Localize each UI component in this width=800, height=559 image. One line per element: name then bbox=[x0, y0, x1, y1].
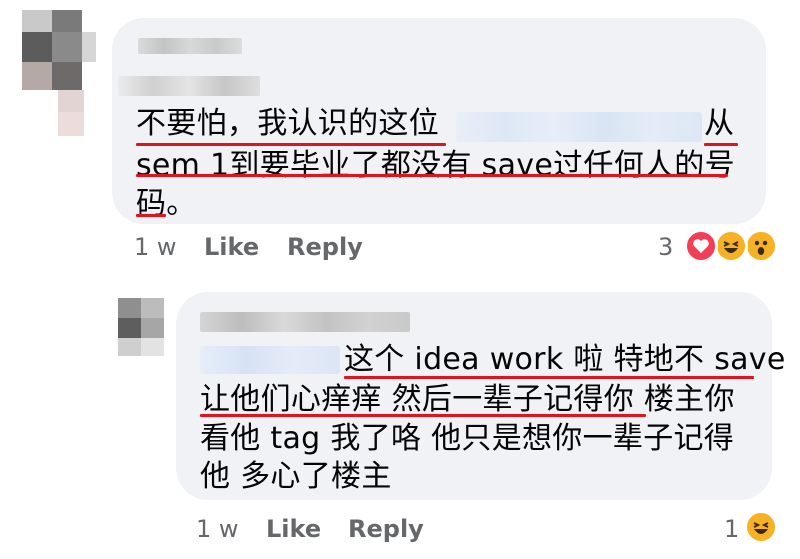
reaction-count[interactable]: 3 bbox=[658, 232, 673, 262]
haha-icon[interactable] bbox=[714, 229, 748, 263]
reaction-count[interactable]: 1 bbox=[724, 514, 739, 544]
blurred-replier-name[interactable] bbox=[200, 312, 410, 332]
reply-text-line: 看他 tag 我了咯 他只是想你一辈子记得 bbox=[200, 421, 735, 456]
commenter-avatar[interactable] bbox=[22, 10, 96, 136]
wow-icon[interactable] bbox=[744, 229, 778, 263]
reply-button[interactable]: Reply bbox=[287, 232, 363, 262]
heart-icon[interactable] bbox=[684, 229, 718, 263]
highlight-underline bbox=[136, 214, 166, 217]
reply-text-line: 他 多心了楼主 bbox=[200, 459, 392, 494]
highlight-underline bbox=[200, 414, 646, 417]
highlight-underline bbox=[344, 376, 754, 379]
like-button[interactable]: Like bbox=[266, 514, 321, 544]
comment-text-line: sem 1到要毕业了都没有 save过任何人的号 bbox=[136, 148, 735, 183]
comment-timestamp[interactable]: 1 w bbox=[134, 232, 177, 262]
reply-timestamp[interactable]: 1 w bbox=[196, 514, 239, 544]
highlight-underline bbox=[136, 174, 728, 177]
comment-text-line: 从 bbox=[704, 106, 735, 141]
replier-avatar[interactable] bbox=[118, 298, 164, 356]
blurred-mention[interactable] bbox=[456, 112, 702, 142]
blurred-commenter-subtitle bbox=[118, 76, 260, 96]
like-button[interactable]: Like bbox=[204, 232, 259, 262]
reply-text-line: 这个 idea work 啦 特地不 save bbox=[344, 342, 786, 377]
comment-text-line: 不要怕，我认识的这位 bbox=[136, 106, 439, 141]
blurred-mention[interactable] bbox=[200, 346, 340, 374]
reply-button[interactable]: Reply bbox=[348, 514, 424, 544]
haha-icon[interactable] bbox=[744, 510, 778, 544]
blurred-commenter-name[interactable] bbox=[138, 38, 242, 54]
comment-text-line: 码。 bbox=[136, 186, 197, 221]
